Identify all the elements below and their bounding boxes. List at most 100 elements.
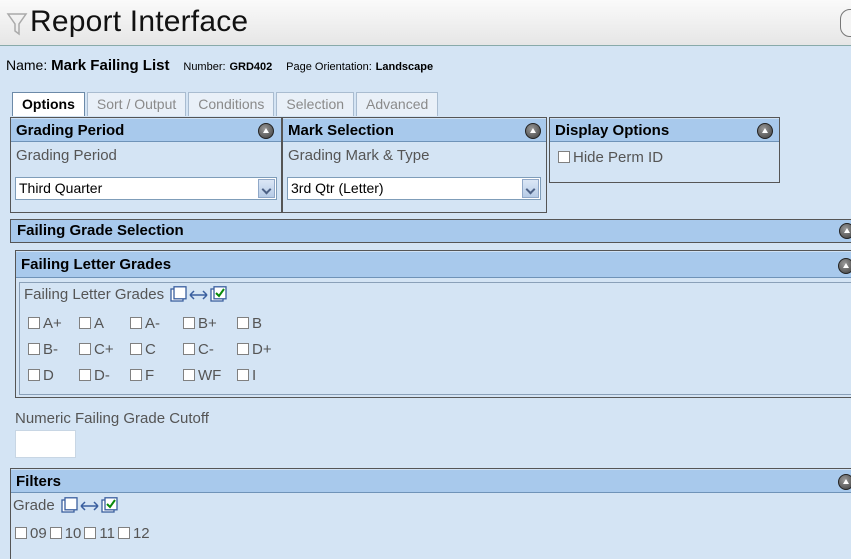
grade-filter-checkbox[interactable]	[15, 527, 27, 539]
letter-grade-option[interactable]: A+	[28, 311, 79, 337]
chevron-down-icon[interactable]	[258, 179, 275, 198]
letter-grade-row: B- C+ C C- D+	[28, 337, 277, 363]
letter-grade-option[interactable]: C	[130, 337, 183, 363]
letter-grade-option[interactable]: B	[237, 311, 277, 337]
letter-grade-checkbox[interactable]	[130, 317, 142, 329]
letter-grade-option[interactable]: C+	[79, 337, 130, 363]
letter-grade-checkbox[interactable]	[79, 369, 91, 381]
letter-grade-checkbox[interactable]	[28, 369, 40, 381]
display-options-header-label: Display Options	[555, 122, 670, 139]
failing-letter-grades-panel: Failing Letter Grades Failing Letter Gra…	[15, 250, 851, 398]
filters-header-label: Filters	[16, 473, 62, 490]
grading-period-panel: Grading Period Grading Period Third Quar…	[10, 117, 282, 213]
letter-grade-checkbox[interactable]	[79, 343, 91, 355]
filter-icon[interactable]	[6, 9, 28, 37]
grading-mark-selected: 3rd Qtr (Letter)	[291, 180, 384, 196]
letter-grade-label: A+	[43, 315, 62, 332]
collapse-chevron-icon[interactable]	[757, 123, 773, 139]
report-number-value: GRD402	[229, 61, 273, 73]
grade-filter-checkbox[interactable]	[117, 527, 130, 539]
letter-grade-label: WF	[198, 367, 222, 384]
grading-period-select[interactable]: Third Quarter	[15, 177, 277, 200]
mark-selection-panel: Mark Selection Grading Mark & Type 3rd Q…	[282, 117, 547, 213]
hide-perm-id-label: Hide Perm ID	[573, 149, 664, 166]
failing-grade-selection-label: Failing Grade Selection	[17, 222, 184, 239]
tab-conditions[interactable]: Conditions	[188, 92, 275, 116]
numeric-cutoff-label: Numeric Failing Grade Cutoff	[15, 410, 209, 427]
numeric-cutoff-input[interactable]	[15, 430, 76, 458]
letter-grade-label: D	[43, 367, 54, 384]
failing-letter-grades-header-label: Failing Letter Grades	[21, 256, 172, 273]
letter-grade-option[interactable]: A-	[130, 311, 183, 337]
grading-period-selected: Third Quarter	[19, 180, 103, 196]
grade-filter-checkbox-row: 09 10 11 12	[15, 521, 153, 547]
letter-grade-checkbox[interactable]	[79, 317, 91, 329]
letter-grade-label: F	[145, 367, 155, 384]
grade-filter-checkbox[interactable]	[84, 527, 97, 539]
letter-grade-checkbox[interactable]	[130, 369, 142, 381]
failing-letter-grades-header: Failing Letter Grades	[16, 251, 851, 278]
filters-header: Filters	[11, 469, 851, 493]
tab-selection[interactable]: Selection	[276, 92, 355, 116]
collapse-chevron-icon[interactable]	[838, 258, 851, 274]
collapse-chevron-icon[interactable]	[258, 123, 274, 139]
report-number-label: Number:	[183, 61, 226, 73]
hide-perm-id-checkbox[interactable]	[558, 151, 570, 163]
grading-period-header-label: Grading Period	[16, 122, 125, 139]
select-all-toggle-icon[interactable]	[61, 497, 123, 515]
letter-grade-checkbox[interactable]	[183, 317, 195, 329]
collapse-window-button[interactable]	[840, 9, 851, 37]
collapse-chevron-icon[interactable]	[525, 123, 541, 139]
letter-grade-option[interactable]: I	[237, 363, 277, 389]
letter-grade-option[interactable]: B-	[28, 337, 79, 363]
letter-grade-label: B-	[43, 341, 58, 358]
grading-period-field-label: Grading Period	[16, 147, 117, 164]
grading-period-header: Grading Period	[11, 118, 281, 142]
tab-sort-output[interactable]: Sort / Output	[86, 92, 187, 116]
letter-grade-option[interactable]: D+	[237, 337, 277, 363]
collapse-chevron-icon[interactable]	[838, 474, 851, 490]
letter-grade-label: D+	[252, 341, 272, 358]
letter-grade-row: D D- F WF I	[28, 363, 277, 389]
letter-grade-checkbox[interactable]	[28, 343, 40, 355]
letter-grade-option[interactable]: B+	[183, 311, 237, 337]
letter-grade-label: D-	[94, 367, 110, 384]
letter-grade-label: C+	[94, 341, 114, 358]
letter-grade-option[interactable]: WF	[183, 363, 237, 389]
letter-grade-option[interactable]: A	[79, 311, 130, 337]
letter-grade-checkbox-grid: A+ A A- B+ B B- C+ C C- D+ D D- F WF I	[28, 311, 277, 389]
report-name-label: Name:	[6, 57, 48, 73]
letter-grade-checkbox[interactable]	[130, 343, 142, 355]
hide-perm-id-option[interactable]: Hide Perm ID	[550, 142, 779, 166]
chevron-down-icon[interactable]	[522, 179, 539, 198]
letter-grade-checkbox[interactable]	[183, 369, 195, 381]
select-all-toggle-icon[interactable]	[170, 286, 232, 304]
report-name-value: Mark Failing List	[51, 57, 170, 74]
letter-grade-checkbox[interactable]	[237, 317, 249, 329]
letter-grade-option[interactable]: C-	[183, 337, 237, 363]
grade-filter-checkbox[interactable]	[49, 527, 62, 539]
letter-grade-row: A+ A A- B+ B	[28, 311, 277, 337]
mark-selection-header: Mark Selection	[283, 118, 546, 142]
letter-grade-checkbox[interactable]	[183, 343, 195, 355]
tab-options[interactable]: Options	[12, 92, 85, 116]
tab-advanced[interactable]: Advanced	[356, 92, 439, 116]
letter-grade-label: B+	[198, 315, 217, 332]
letter-grade-option[interactable]: F	[130, 363, 183, 389]
letter-grade-label: A-	[145, 315, 160, 332]
grade-filter-option[interactable]: 09	[15, 521, 47, 547]
letter-grade-label: C-	[198, 341, 214, 358]
grade-filter-option[interactable]: 11	[84, 521, 115, 547]
letter-grade-checkbox[interactable]	[237, 369, 249, 381]
grade-filter-option[interactable]: 12	[117, 521, 150, 547]
letter-grade-option[interactable]: D	[28, 363, 79, 389]
filters-panel: Filters Grade 09 10 11 12	[10, 468, 851, 559]
letter-grade-checkbox[interactable]	[237, 343, 249, 355]
letter-grade-checkbox[interactable]	[28, 317, 40, 329]
page-orientation-label: Page Orientation:	[286, 61, 372, 73]
collapse-chevron-icon[interactable]	[839, 223, 851, 239]
letter-grade-label: I	[252, 367, 257, 384]
grading-mark-select[interactable]: 3rd Qtr (Letter)	[287, 177, 541, 200]
grade-filter-option[interactable]: 10	[49, 521, 81, 547]
letter-grade-option[interactable]: D-	[79, 363, 130, 389]
